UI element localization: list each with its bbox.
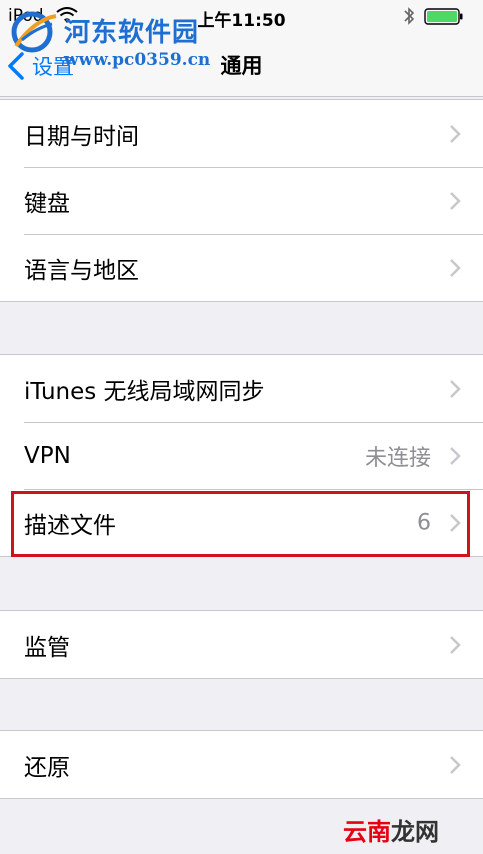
chevron-right-icon (450, 446, 461, 465)
page-title: 通用 (220, 54, 263, 78)
watermark-bottom-part2: 龙网 (391, 818, 439, 846)
chevron-right-icon (450, 635, 461, 654)
battery-icon (424, 8, 463, 25)
row-label: iTunes 无线局域网同步 (24, 378, 265, 405)
bluetooth-icon (404, 7, 415, 25)
row-label: 监管 (24, 634, 70, 661)
row-date-time[interactable]: 日期与时间 (0, 100, 483, 167)
chevron-right-icon (450, 379, 461, 398)
settings-group-network: iTunes 无线局域网同步 VPN 未连接 描述文件 6 (0, 354, 483, 557)
watermark-bottom-part1: 云南 (343, 818, 391, 846)
row-label: 语言与地区 (24, 257, 139, 284)
row-detail: 6 (417, 510, 431, 535)
row-supervision[interactable]: 监管 (0, 611, 483, 678)
settings-group-datetime: 日期与时间 键盘 语言与地区 (0, 99, 483, 302)
chevron-right-icon (450, 124, 461, 143)
row-language-region[interactable]: 语言与地区 (0, 234, 483, 301)
row-label: 还原 (24, 754, 70, 781)
settings-group-reset: 还原 (0, 730, 483, 799)
row-label: 描述文件 (24, 512, 116, 539)
chevron-right-icon (450, 513, 461, 532)
row-detail: 未连接 (364, 445, 431, 471)
chevron-right-icon (450, 755, 461, 774)
row-label: 键盘 (24, 190, 70, 217)
row-label: VPN (24, 442, 71, 469)
status-bar: iPod 上午11:50 (0, 0, 483, 34)
row-profiles[interactable]: 描述文件 6 (0, 489, 483, 556)
chevron-right-icon (450, 258, 461, 277)
row-vpn[interactable]: VPN 未连接 (0, 422, 483, 489)
row-reset[interactable]: 还原 (0, 731, 483, 798)
row-label: 日期与时间 (24, 123, 139, 150)
chevron-right-icon (450, 191, 461, 210)
settings-group-supervision: 监管 (0, 610, 483, 679)
row-itunes-wifi-sync[interactable]: iTunes 无线局域网同步 (0, 355, 483, 422)
navigation-bar: 设置 通用 (0, 34, 483, 97)
row-keyboard[interactable]: 键盘 (0, 167, 483, 234)
watermark-bottom: 云南龙网 (343, 812, 439, 847)
